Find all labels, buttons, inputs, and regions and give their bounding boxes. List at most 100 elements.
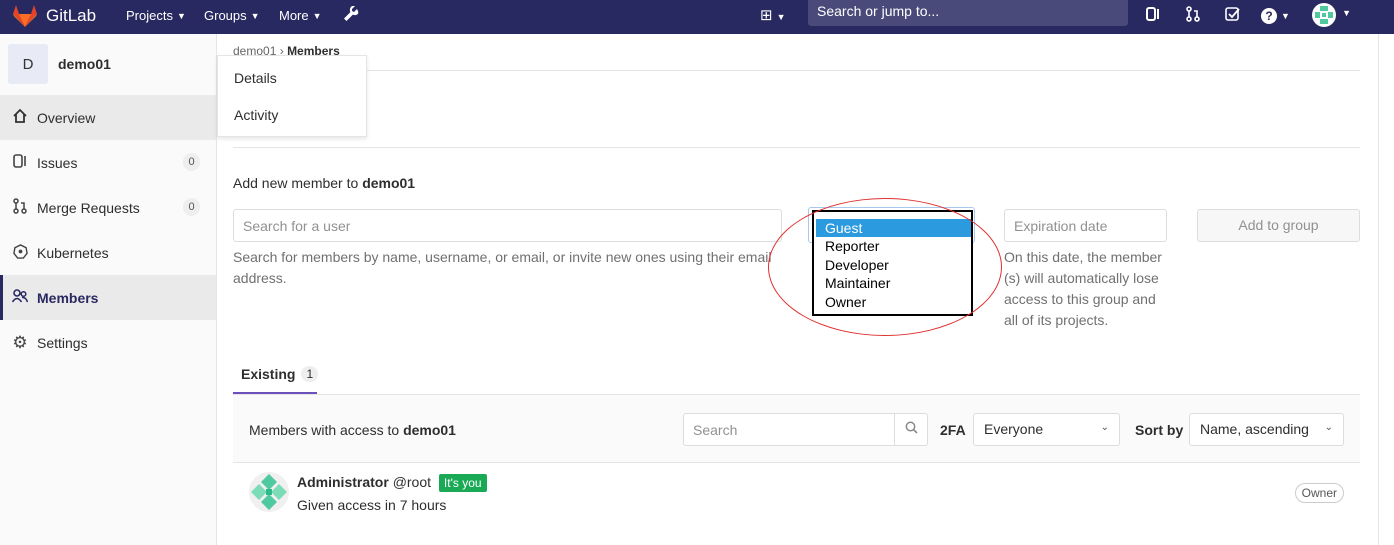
sort-by-select[interactable]: Name, ascending ⌄ bbox=[1189, 413, 1344, 446]
role-option-guest[interactable]: Guest bbox=[816, 219, 971, 237]
sidebar-item-label: Overview bbox=[37, 109, 96, 126]
issues-icon bbox=[12, 154, 28, 171]
add-to-group-button[interactable]: Add to group bbox=[1197, 209, 1360, 242]
expiration-help: On this date, the member (s) will automa… bbox=[1004, 249, 1162, 328]
user-avatar bbox=[1312, 3, 1336, 27]
merge-requests-count-badge: 0 bbox=[183, 198, 200, 216]
sidebar-item-merge-requests[interactable]: Merge Requests 0 bbox=[0, 185, 216, 230]
kubernetes-icon bbox=[12, 243, 28, 262]
role-option-maintainer[interactable]: Maintainer bbox=[816, 274, 971, 292]
member-access-time: Given access in 7 hours bbox=[297, 497, 447, 513]
members-panel-group-name: demo01 bbox=[403, 422, 456, 438]
flyout-item-details[interactable]: Details bbox=[234, 70, 277, 86]
member-filter-search-input[interactable]: Search bbox=[683, 413, 928, 446]
twofa-filter-select[interactable]: Everyone ⌄ bbox=[973, 413, 1120, 446]
sidebar-item-members[interactable]: Members bbox=[0, 275, 216, 320]
members-panel-title: Members with access to demo01 bbox=[249, 422, 456, 438]
tab-existing[interactable]: Existing 1 bbox=[233, 355, 319, 394]
sidebar-item-kubernetes[interactable]: Kubernetes bbox=[0, 230, 216, 275]
sidebar-icon[interactable] bbox=[1146, 6, 1160, 28]
its-you-badge: It's you bbox=[438, 474, 487, 492]
expiration-date-input[interactable]: Expiration date bbox=[1004, 209, 1167, 242]
global-search-placeholder: Search or jump to... bbox=[817, 3, 940, 19]
top-navbar: GitLab Projects ▼ Groups ▼ More ▼ ⊞ ▼ Search… bbox=[0, 0, 1394, 34]
gitlab-logo-icon bbox=[13, 5, 37, 27]
nav-more-label: More bbox=[279, 8, 309, 23]
member-name-line: Administrator @root It's you bbox=[297, 474, 487, 492]
expiration-date-placeholder: Expiration date bbox=[1014, 218, 1108, 234]
members-panel-title-text: Members with access to bbox=[249, 422, 400, 438]
project-name: demo01 bbox=[58, 56, 111, 72]
user-menu[interactable]: ▼ bbox=[1312, 3, 1351, 33]
admin-wrench-icon[interactable] bbox=[343, 5, 359, 28]
plus-square-icon: ⊞ bbox=[760, 7, 773, 24]
sidebar-item-label: Members bbox=[37, 289, 99, 306]
nav-projects-menu[interactable]: Projects ▼ bbox=[126, 8, 186, 23]
sort-by-label: Sort by bbox=[1135, 422, 1184, 438]
new-item-menu[interactable]: ⊞ ▼ bbox=[760, 6, 786, 27]
sidebar-item-label: Merge Requests bbox=[37, 199, 140, 216]
nav-projects-label: Projects bbox=[126, 8, 173, 23]
user-search-help: Search for members by name, username, or… bbox=[233, 249, 772, 286]
chevron-down-icon: ▼ bbox=[250, 10, 260, 21]
add-member-heading-text: Add new member to bbox=[233, 175, 359, 191]
user-search-input[interactable]: Search for a user bbox=[233, 209, 782, 242]
merge-request-icon[interactable] bbox=[1186, 6, 1200, 28]
flyout-item-activity[interactable]: Activity bbox=[234, 107, 278, 123]
gear-icon: ⚙ bbox=[12, 332, 28, 352]
member-filter-search-placeholder: Search bbox=[693, 422, 738, 438]
sidebar-item-settings[interactable]: ⚙ Settings bbox=[0, 320, 216, 365]
divider bbox=[233, 70, 1360, 71]
brand-name: GitLab bbox=[46, 6, 97, 25]
role-option-developer[interactable]: Developer bbox=[816, 256, 971, 274]
page-scrollbar[interactable] bbox=[1378, 34, 1394, 545]
project-header[interactable]: D demo01 bbox=[8, 44, 111, 84]
chevron-down-icon: ⌄ bbox=[1100, 422, 1109, 433]
chevron-down-icon: ▼ bbox=[176, 10, 186, 21]
chevron-down-icon: ▼ bbox=[1342, 8, 1352, 18]
user-search-placeholder: Search for a user bbox=[243, 218, 351, 234]
member-role-badge: Owner bbox=[1294, 483, 1344, 503]
sidebar-item-label: Kubernetes bbox=[37, 244, 109, 261]
sidebar-item-overview[interactable]: Overview bbox=[0, 95, 216, 140]
role-option-owner[interactable]: Owner bbox=[816, 293, 971, 311]
help-menu[interactable]: ? ▼ bbox=[1261, 6, 1290, 26]
help-icon: ? bbox=[1261, 8, 1277, 24]
nav-more-menu[interactable]: More ▼ bbox=[279, 8, 322, 23]
chevron-down-icon: ▼ bbox=[312, 10, 322, 21]
member-name[interactable]: Administrator bbox=[297, 474, 389, 490]
merge-request-icon bbox=[12, 198, 28, 217]
chevron-down-icon: ▼ bbox=[776, 12, 786, 22]
tab-existing-count: 1 bbox=[301, 365, 319, 382]
chevron-down-icon: ⌄ bbox=[1324, 422, 1333, 433]
sidebar-item-label: Issues bbox=[37, 154, 78, 171]
project-avatar: D bbox=[8, 44, 48, 84]
chevron-down-icon: ▼ bbox=[1281, 11, 1290, 21]
nav-groups-label: Groups bbox=[204, 8, 247, 23]
todo-check-icon[interactable] bbox=[1225, 6, 1241, 28]
gitlab-logo-link[interactable]: GitLab bbox=[12, 4, 96, 28]
nav-groups-menu[interactable]: Groups ▼ bbox=[204, 8, 260, 23]
sidebar-item-label: Settings bbox=[37, 334, 88, 351]
add-member-heading: Add new member to demo01 bbox=[233, 175, 415, 191]
members-icon bbox=[11, 289, 29, 306]
add-member-group-name: demo01 bbox=[362, 175, 416, 191]
table-row: Administrator @root It's you Given acces… bbox=[233, 463, 1360, 523]
issues-count-badge: 0 bbox=[183, 153, 200, 171]
tab-existing-label: Existing bbox=[241, 365, 296, 382]
divider bbox=[233, 147, 1360, 148]
member-avatar[interactable] bbox=[249, 472, 289, 512]
search-icon[interactable] bbox=[894, 414, 927, 445]
role-option-reporter[interactable]: Reporter bbox=[816, 237, 971, 255]
twofa-filter-label: 2FA bbox=[940, 422, 966, 438]
members-panel-header: Members with access to demo01 Search 2FA… bbox=[233, 394, 1360, 463]
member-username: @root bbox=[392, 474, 432, 490]
project-sidebar: D demo01 Overview Issues 0 Merge Request… bbox=[0, 34, 217, 545]
global-search-input[interactable]: Search or jump to... bbox=[808, 0, 1128, 26]
access-level-listbox[interactable]: Guest Reporter Developer Maintainer Owne… bbox=[812, 210, 973, 316]
sort-by-value: Name, ascending bbox=[1200, 421, 1309, 437]
home-icon bbox=[12, 108, 28, 126]
overview-flyout-menu: Details Activity bbox=[217, 55, 367, 137]
sidebar-item-issues[interactable]: Issues 0 bbox=[0, 140, 216, 185]
twofa-filter-value: Everyone bbox=[984, 421, 1044, 437]
